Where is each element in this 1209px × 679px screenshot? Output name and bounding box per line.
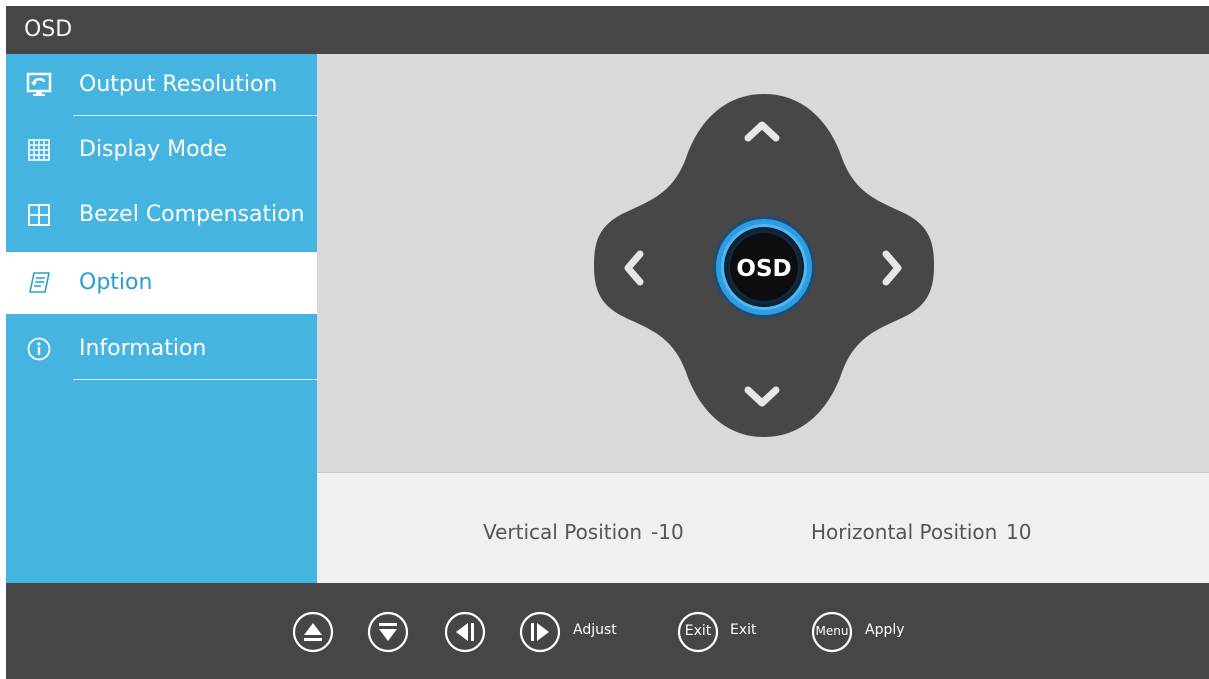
control-preview-area: OSD xyxy=(317,54,1209,472)
osd-center-button[interactable]: OSD xyxy=(713,216,815,318)
osd-center-label: OSD xyxy=(736,256,791,282)
exit-label: Exit xyxy=(730,622,757,638)
sidebar-item-bezel-compensation[interactable]: Bezel Compensation xyxy=(6,184,317,246)
document-icon xyxy=(29,272,50,293)
grid-icon xyxy=(28,139,50,161)
osd-window: OSD Output Resolution Display Mode Bezel… xyxy=(6,6,1209,679)
up-key-icon[interactable] xyxy=(292,611,334,653)
sidebar-item-option[interactable]: Option xyxy=(6,252,317,314)
output-resolution-icon xyxy=(26,72,52,96)
left-key-icon[interactable] xyxy=(444,611,486,653)
horizontal-position-label: Horizontal Position xyxy=(811,520,998,544)
sidebar-item-label: Output Resolution xyxy=(79,72,278,97)
title-bar: OSD xyxy=(6,6,1209,54)
window-title: OSD xyxy=(24,17,73,42)
dpad-control: OSD xyxy=(594,94,934,437)
sidebar-item-output-resolution[interactable]: Output Resolution xyxy=(6,54,317,116)
horizontal-position-value: 10 xyxy=(1006,520,1032,544)
sidebar-item-display-mode[interactable]: Display Mode xyxy=(6,119,317,181)
divider xyxy=(73,115,317,116)
vertical-position-value: -10 xyxy=(651,520,684,544)
sidebar-item-label: Option xyxy=(79,270,153,295)
divider xyxy=(73,379,317,380)
sidebar-item-information[interactable]: Information xyxy=(6,318,317,380)
exit-key-icon[interactable]: Exit xyxy=(677,611,719,653)
key-guide-bar: Adjust Exit Exit Menu Apply xyxy=(6,583,1209,679)
menu-key-label: Menu xyxy=(815,624,849,638)
apply-label: Apply xyxy=(865,622,905,638)
position-readout-panel: Vertical Position -10 Horizontal Positio… xyxy=(317,472,1209,583)
sidebar-item-label: Bezel Compensation xyxy=(79,202,305,227)
exit-key-label: Exit xyxy=(684,623,712,639)
down-key-icon[interactable] xyxy=(367,611,409,653)
adjust-label: Adjust xyxy=(573,622,617,638)
quad-grid-icon xyxy=(28,204,50,226)
sidebar-item-label: Display Mode xyxy=(79,137,228,162)
info-icon xyxy=(27,337,51,361)
sidebar-item-label: Information xyxy=(79,336,207,361)
menu-key-icon[interactable]: Menu xyxy=(811,611,853,653)
vertical-position-label: Vertical Position xyxy=(483,520,643,544)
right-key-icon[interactable] xyxy=(519,611,561,653)
sidebar-menu: Output Resolution Display Mode Bezel Com… xyxy=(6,54,317,583)
